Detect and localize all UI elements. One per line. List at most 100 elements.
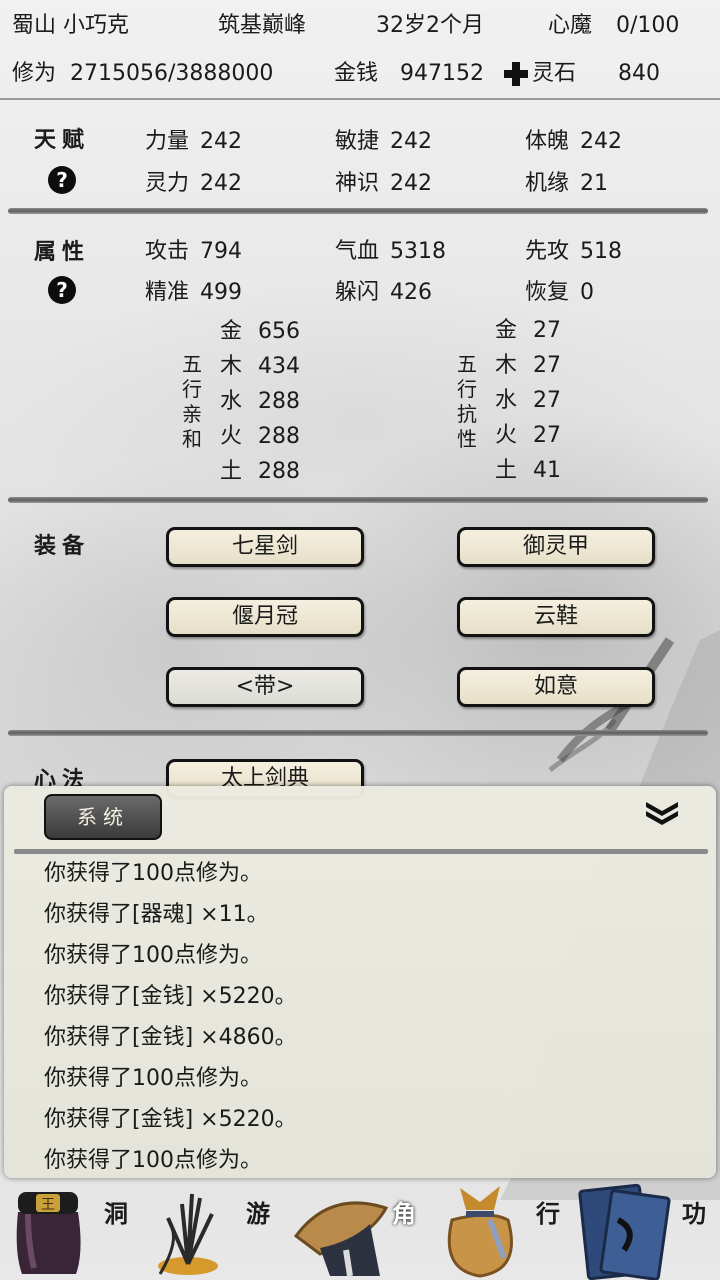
- section-divider: [8, 497, 708, 503]
- element-label: 火: [495, 423, 518, 448]
- character-name: 蜀山 小巧克: [12, 13, 129, 38]
- stat-value: 5318: [390, 239, 446, 264]
- stat-value: 426: [390, 280, 432, 305]
- demon-label: 心魔: [548, 13, 593, 38]
- resist-title-char: 五: [457, 352, 477, 376]
- element-label: 土: [495, 458, 518, 483]
- stat-value: 242: [390, 129, 432, 154]
- attributes-help-icon[interactable]: ?: [48, 276, 76, 304]
- affinity-title-char: 和: [182, 427, 202, 451]
- cultivation-value: 2715056/3888000: [70, 61, 274, 86]
- stone-label: 灵石: [532, 61, 577, 86]
- equip-slot-weapon[interactable]: 七星剑: [166, 527, 364, 567]
- equip-slot-armor[interactable]: 御灵甲: [457, 527, 655, 567]
- nav-item-cave[interactable]: 洞: [104, 1194, 128, 1229]
- hat-character-icon[interactable]: [290, 1180, 400, 1280]
- equip-slot-belt[interactable]: <带>: [166, 667, 364, 707]
- stat-value: 242: [200, 171, 242, 196]
- element-label: 木: [220, 354, 243, 379]
- resist-title-char: 抗: [457, 402, 477, 426]
- stat-value: 242: [580, 129, 622, 154]
- log-message: 你获得了[金钱] ×5220。: [44, 984, 297, 1009]
- log-message: 你获得了100点修为。: [44, 1148, 262, 1173]
- element-label: 金: [495, 318, 518, 343]
- element-value: 27: [533, 388, 561, 413]
- bag-badge: 王: [41, 1197, 55, 1213]
- equip-slot-accessory[interactable]: 如意: [457, 667, 655, 707]
- log-message: 你获得了[器魂] ×11。: [44, 902, 269, 927]
- nav-item-travel[interactable]: 游: [246, 1194, 270, 1229]
- stat-value: 242: [200, 129, 242, 154]
- stat-label: 力量: [145, 129, 190, 154]
- money-label: 金钱: [334, 61, 379, 86]
- nav-item-skill[interactable]: 功: [682, 1194, 706, 1229]
- element-label: 水: [495, 388, 518, 413]
- log-message: 你获得了[金钱] ×4860。: [44, 1025, 297, 1050]
- affinity-title-char: 亲: [182, 402, 202, 426]
- bag-icon[interactable]: 王: [4, 1182, 92, 1280]
- treasure-bag-icon[interactable]: [430, 1180, 530, 1280]
- element-value: 27: [533, 353, 561, 378]
- element-value: 288: [258, 459, 300, 484]
- attributes-title: 属性: [34, 239, 91, 265]
- element-label: 火: [220, 424, 243, 449]
- element-label: 金: [220, 319, 243, 344]
- stat-label: 攻击: [145, 239, 190, 264]
- grass-icon[interactable]: [148, 1184, 230, 1278]
- talent-title: 天赋: [34, 127, 91, 153]
- money-value: 947152: [400, 61, 484, 86]
- section-divider: [8, 730, 708, 736]
- element-label: 木: [495, 353, 518, 378]
- element-value: 288: [258, 389, 300, 414]
- stat-label: 灵力: [145, 171, 190, 196]
- equip-slot-shoes[interactable]: 云鞋: [457, 597, 655, 637]
- element-label: 水: [220, 389, 243, 414]
- log-message: 你获得了100点修为。: [44, 861, 262, 886]
- stat-value: 21: [580, 171, 608, 196]
- element-label: 土: [220, 459, 243, 484]
- stat-label: 敏捷: [335, 129, 380, 154]
- header-divider: [0, 98, 720, 100]
- stat-value: 0: [580, 280, 594, 305]
- element-value: 288: [258, 424, 300, 449]
- talent-help-icon[interactable]: ?: [48, 166, 76, 194]
- log-message: 你获得了[金钱] ×5220。: [44, 1107, 297, 1132]
- nav-item-action[interactable]: 行: [536, 1194, 560, 1229]
- stone-value: 840: [618, 61, 660, 86]
- age-label: 32岁2个月: [376, 13, 484, 38]
- equipment-title: 装备: [34, 533, 91, 559]
- element-value: 434: [258, 354, 300, 379]
- section-divider: [8, 208, 708, 214]
- element-value: 656: [258, 319, 300, 344]
- plus-stone-icon[interactable]: [502, 60, 530, 88]
- panel-divider: [14, 849, 708, 854]
- realm-label: 筑基巅峰: [218, 13, 307, 38]
- stat-value: 794: [200, 239, 242, 264]
- cultivation-label: 修为: [12, 61, 57, 86]
- stat-label: 恢复: [525, 280, 570, 305]
- resist-title-char: 性: [457, 427, 477, 451]
- collapse-chevron-icon[interactable]: [642, 798, 682, 828]
- element-value: 27: [533, 423, 561, 448]
- element-value: 41: [533, 458, 561, 483]
- stat-label: 先攻: [525, 239, 570, 264]
- stat-value: 242: [390, 171, 432, 196]
- log-message: 你获得了100点修为。: [44, 943, 262, 968]
- status-header: 蜀山 小巧克 筑基巅峰 32岁2个月 心魔 0/100 修为 2715056/3…: [0, 0, 720, 100]
- stat-label: 精准: [145, 280, 190, 305]
- stat-label: 机缘: [525, 171, 570, 196]
- stat-label: 气血: [335, 239, 380, 264]
- element-value: 27: [533, 318, 561, 343]
- stat-value: 518: [580, 239, 622, 264]
- nav-item-character[interactable]: 角: [392, 1194, 416, 1229]
- stat-label: 躲闪: [335, 280, 380, 305]
- stat-value: 499: [200, 280, 242, 305]
- message-log-panel: 系统 你获得了100点修为。 你获得了[器魂] ×11。 你获得了100点修为。…: [4, 786, 716, 1178]
- affinity-title-char: 行: [182, 377, 202, 401]
- bottom-nav: 王 洞 游 角 行 功: [0, 1180, 720, 1280]
- tab-system[interactable]: 系统: [44, 794, 162, 840]
- resist-title-char: 行: [457, 377, 477, 401]
- books-icon[interactable]: [578, 1180, 678, 1280]
- equip-slot-helmet[interactable]: 偃月冠: [166, 597, 364, 637]
- stat-label: 体魄: [525, 129, 570, 154]
